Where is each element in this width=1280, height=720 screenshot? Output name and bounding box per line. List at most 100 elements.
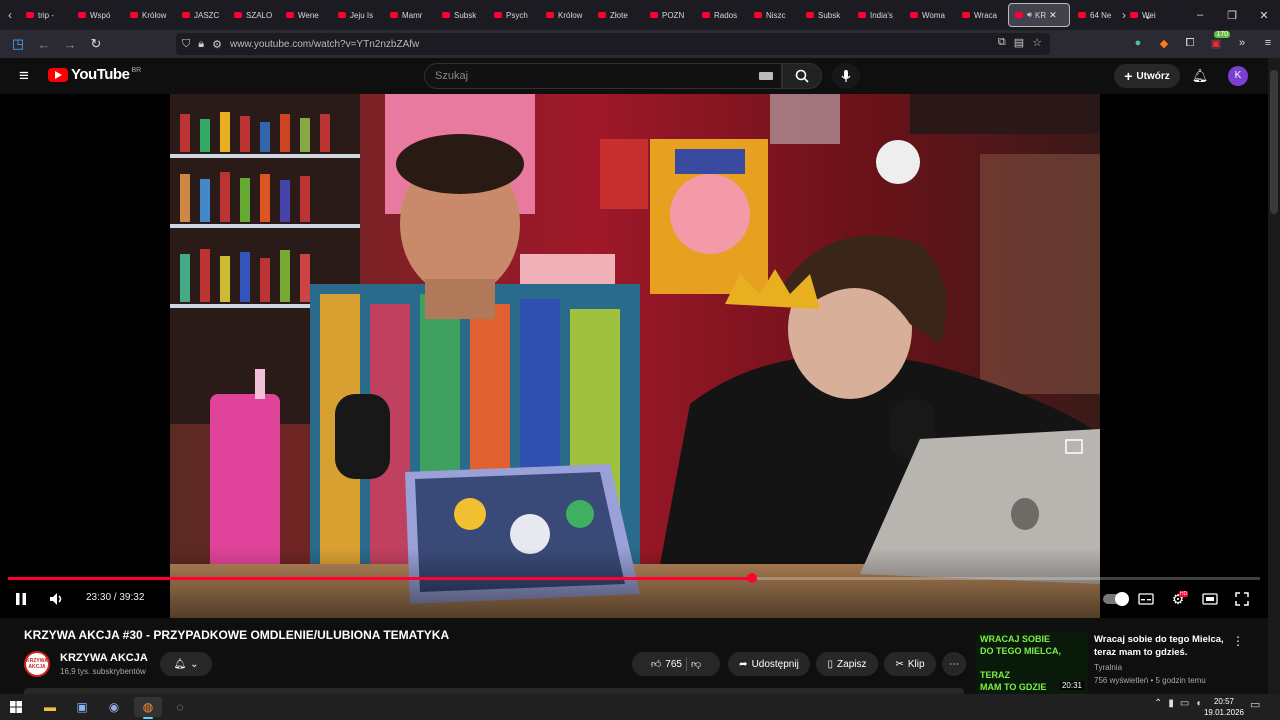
browser-tab[interactable]: Rados bbox=[696, 3, 746, 27]
tray-chevron-up-icon[interactable]: ⌃ bbox=[1154, 698, 1162, 709]
tab-view-icon[interactable]: ◳ bbox=[6, 32, 30, 56]
url-text[interactable]: www.youtube.com/watch?v=YTn2nzbZAfw bbox=[230, 39, 419, 50]
create-button[interactable]: + Utwórz bbox=[1114, 64, 1180, 88]
forward-icon[interactable]: → bbox=[58, 32, 82, 56]
tab-scroll-left-icon[interactable]: ‹ bbox=[0, 0, 20, 30]
search-button[interactable] bbox=[782, 63, 822, 89]
extensions-puzzle-icon[interactable]: ⧠ bbox=[1180, 32, 1200, 54]
browser-tab-label: trip - bbox=[38, 10, 54, 20]
subscription-bell-button[interactable]: 🔔︎ ⌄ bbox=[160, 652, 212, 676]
speaker-icon[interactable]: ◖ bbox=[1195, 698, 1201, 709]
browser-tab[interactable]: 🔊︎ KR ✕ bbox=[1008, 3, 1070, 27]
video-player[interactable]: 23:30 / 39:32 ⚙ HD bbox=[0, 94, 1268, 618]
browser-tab[interactable]: JASZC bbox=[176, 3, 226, 27]
browser-tab[interactable]: Wene bbox=[280, 3, 330, 27]
like-dislike-group: 👍︎ 765 👎︎ bbox=[632, 652, 720, 676]
browser-tab[interactable]: Królow bbox=[540, 3, 590, 27]
clip-button[interactable]: ✂ Klip bbox=[884, 652, 936, 676]
recommended-video-title[interactable]: Wracaj sobie do tego Mielca, teraz mam t… bbox=[1094, 634, 1224, 659]
recommended-video-thumbnail[interactable]: WRACAJ SOBIE DO TEGO MIELCA, TERAZ MAM T… bbox=[976, 632, 1088, 694]
computer-icon[interactable]: ▣ bbox=[68, 697, 96, 717]
back-icon[interactable]: ← bbox=[32, 32, 56, 56]
shield-icon[interactable]: ⛉ bbox=[182, 38, 190, 51]
file-explorer-icon[interactable]: ▬ bbox=[36, 697, 64, 717]
app-icon[interactable]: ◌ bbox=[166, 697, 194, 717]
browser-tab[interactable]: Subsk bbox=[800, 3, 850, 27]
minimize-icon[interactable]: – bbox=[1184, 0, 1216, 30]
notifications-bell-icon[interactable]: 🔔︎ bbox=[1190, 66, 1210, 86]
reader-view-icon[interactable]: ▤ bbox=[1014, 36, 1024, 49]
close-window-icon[interactable]: ✕ bbox=[1248, 0, 1280, 30]
autoplay-toggle[interactable] bbox=[1100, 586, 1130, 612]
like-button[interactable]: 👍︎ 765 bbox=[651, 658, 682, 671]
share-button[interactable]: ➦ Udostępnij bbox=[728, 652, 810, 676]
browser-tab[interactable]: Niszc bbox=[748, 3, 798, 27]
network-icon[interactable]: ▭ bbox=[1180, 698, 1189, 709]
fox-extension-icon[interactable]: ◆ bbox=[1154, 32, 1174, 54]
browser-tab[interactable]: Wspó bbox=[72, 3, 122, 27]
browser-tab-label: KR bbox=[1035, 10, 1047, 20]
pause-button[interactable] bbox=[8, 586, 34, 612]
overflow-menu-icon[interactable]: » bbox=[1232, 32, 1252, 54]
browser-tab[interactable]: Złote bbox=[592, 3, 642, 27]
vpn-extension-icon[interactable]: ● bbox=[1128, 32, 1148, 54]
tab-scroll-right-icon[interactable]: › bbox=[1114, 0, 1134, 30]
youtube-logo[interactable]: YouTube BR bbox=[48, 66, 141, 83]
keyboard-icon[interactable] bbox=[759, 72, 773, 80]
ublock-extension-icon[interactable]: ▣ 170 bbox=[1206, 31, 1230, 54]
recommended-video-channel[interactable]: Tyralnia bbox=[1094, 663, 1122, 672]
clock[interactable]: 20:57 19.01.2026 bbox=[1202, 696, 1246, 718]
bookmark-star-icon[interactable]: ☆ bbox=[1032, 36, 1042, 49]
more-actions-button[interactable]: ⋯ bbox=[942, 652, 966, 676]
progress-bar[interactable] bbox=[8, 573, 1260, 583]
browser-tab[interactable]: Mamr bbox=[384, 3, 434, 27]
account-avatar[interactable]: K bbox=[1228, 66, 1248, 86]
browser-tab-label: Wene bbox=[298, 10, 319, 20]
browser-tab[interactable]: India's bbox=[852, 3, 902, 27]
browser-tab[interactable]: Woma bbox=[904, 3, 954, 27]
theater-mode-button[interactable] bbox=[1198, 586, 1222, 612]
browser-tab[interactable]: Jeju Is bbox=[332, 3, 382, 27]
fullscreen-button[interactable] bbox=[1230, 586, 1254, 612]
app-menu-icon[interactable]: ≡ bbox=[1258, 32, 1278, 54]
close-tab-icon[interactable]: ✕ bbox=[1049, 10, 1057, 21]
list-all-tabs-icon[interactable]: ⌄ bbox=[1136, 0, 1160, 30]
firefox-icon[interactable]: ◍ bbox=[134, 697, 162, 719]
extensions-area: ● ◆ ⧠ ▣ 170 » ≡ bbox=[1128, 31, 1278, 54]
browser-tab-label: Wraca bbox=[974, 10, 997, 20]
url-bar[interactable]: ⛉ 🔒︎ ⚙ www.youtube.com/watch?v=YTn2nzbZA… bbox=[176, 33, 1050, 55]
more-vertical-icon[interactable]: ⋮ bbox=[1232, 634, 1244, 650]
notification-center-icon[interactable]: ▭ bbox=[1250, 698, 1260, 711]
settings-button[interactable]: ⚙ HD bbox=[1166, 586, 1190, 612]
subtitles-button[interactable] bbox=[1134, 586, 1158, 612]
microphone-tray-icon[interactable]: ▮ bbox=[1168, 698, 1174, 709]
picture-in-picture-icon[interactable]: ⧉ bbox=[998, 36, 1006, 49]
search-input[interactable] bbox=[435, 70, 745, 82]
dislike-button[interactable]: 👎︎ bbox=[691, 658, 701, 670]
browser-tab[interactable]: Subsk bbox=[436, 3, 486, 27]
lock-icon[interactable]: 🔒︎ bbox=[198, 38, 204, 51]
steam-icon[interactable]: ◉ bbox=[100, 697, 128, 717]
restore-icon[interactable]: ❐ bbox=[1216, 0, 1248, 30]
save-button[interactable]: ▯ Zapisz bbox=[816, 652, 878, 676]
video-frame[interactable] bbox=[170, 94, 1100, 618]
windows-start-icon[interactable] bbox=[2, 697, 30, 717]
browser-tab[interactable]: Królow bbox=[124, 3, 174, 27]
audio-playing-icon[interactable]: 🔊︎ bbox=[1027, 10, 1032, 20]
youtube-favicon-icon bbox=[546, 12, 554, 18]
channel-avatar[interactable]: KRZYWA AKCJA bbox=[24, 651, 50, 677]
volume-button[interactable] bbox=[44, 586, 70, 612]
page-permissions-icon[interactable]: ⚙ bbox=[212, 38, 222, 51]
browser-tab[interactable]: Psych bbox=[488, 3, 538, 27]
browser-tab[interactable]: POZN bbox=[644, 3, 694, 27]
scrollbar-thumb[interactable] bbox=[1270, 70, 1278, 214]
reload-icon[interactable]: ↻ bbox=[84, 32, 108, 56]
page-scrollbar[interactable] bbox=[1268, 58, 1280, 694]
browser-tab[interactable]: Wraca bbox=[956, 3, 1006, 27]
hamburger-menu-icon[interactable]: ≡ bbox=[14, 66, 34, 86]
voice-search-button[interactable] bbox=[832, 63, 860, 89]
browser-tab[interactable]: SZALO bbox=[228, 3, 278, 27]
progress-scrubber[interactable] bbox=[746, 573, 757, 583]
channel-name[interactable]: KRZYWA AKCJA bbox=[60, 652, 148, 664]
browser-tab[interactable]: trip - bbox=[20, 3, 70, 27]
